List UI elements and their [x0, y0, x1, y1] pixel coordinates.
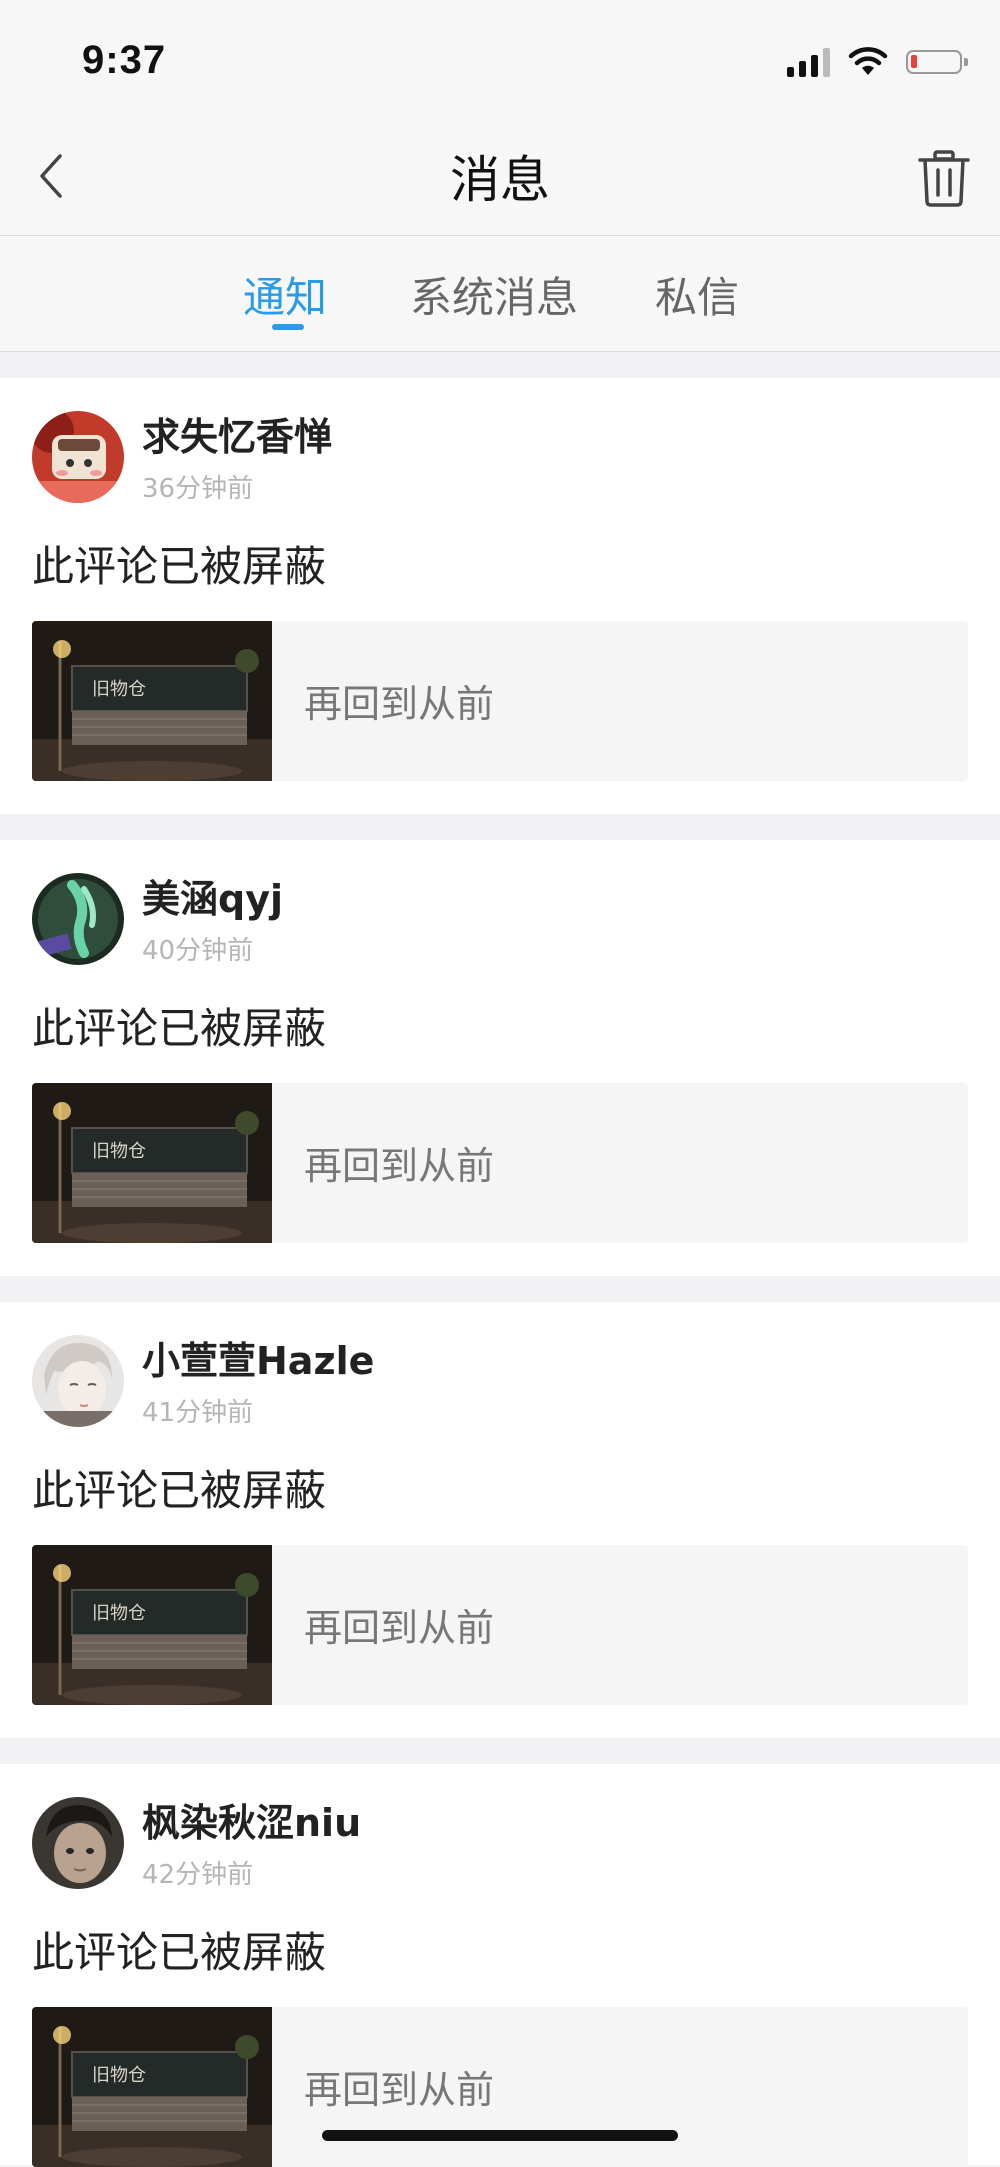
quoted-post-text: 再回到从前 [304, 1144, 495, 1188]
notification-card[interactable]: 枫染秋涩niu 42分钟前 此评论已被屏蔽 旧物仓 再回到从前 [0, 1764, 1000, 2167]
tab-system-messages[interactable]: 系统消息 [410, 264, 578, 325]
status-bar: 9:37 [0, 0, 1000, 120]
nav-bar: 消息 [0, 120, 1000, 236]
comment-text: 此评论已被屏蔽 [32, 1928, 327, 1977]
username[interactable]: 枫染秋涩niu [142, 1792, 361, 1847]
status-icons [787, 44, 968, 80]
quoted-post[interactable]: 旧物仓 再回到从前 [32, 2007, 968, 2167]
wifi-icon [848, 47, 888, 75]
home-indicator[interactable] [322, 2130, 678, 2141]
post-thumbnail: 旧物仓 [32, 1545, 272, 1705]
timestamp: 36分钟前 [142, 474, 254, 504]
username[interactable]: 小萱萱Hazle [142, 1330, 374, 1385]
avatar[interactable] [32, 1335, 124, 1427]
timestamp: 42分钟前 [142, 1860, 254, 1890]
avatar[interactable] [32, 411, 124, 503]
quoted-post[interactable]: 旧物仓 再回到从前 [32, 621, 968, 781]
username[interactable]: 求失忆香惮 [142, 406, 332, 461]
post-thumbnail: 旧物仓 [32, 1083, 272, 1243]
tab-notifications[interactable]: 通知 [243, 264, 327, 325]
svg-text:旧物仓: 旧物仓 [92, 1141, 146, 1162]
quoted-post[interactable]: 旧物仓 再回到从前 [32, 1545, 968, 1705]
svg-text:旧物仓: 旧物仓 [92, 679, 146, 700]
status-time: 9:37 [82, 38, 167, 82]
comment-text: 此评论已被屏蔽 [32, 1004, 327, 1053]
svg-text:旧物仓: 旧物仓 [92, 2065, 146, 2086]
tab-active-indicator [272, 324, 304, 330]
svg-text:旧物仓: 旧物仓 [92, 1603, 146, 1624]
battery-icon [906, 50, 968, 74]
avatar[interactable] [32, 1797, 124, 1889]
post-thumbnail: 旧物仓 [32, 621, 272, 781]
username[interactable]: 美涵qyj [142, 868, 283, 923]
comment-text: 此评论已被屏蔽 [32, 1466, 327, 1515]
timestamp: 40分钟前 [142, 936, 254, 966]
quoted-post-text: 再回到从前 [304, 2068, 495, 2112]
notification-card[interactable]: 美涵qyj 40分钟前 此评论已被屏蔽 旧物仓 再回到从前 [0, 840, 1000, 1276]
timestamp: 41分钟前 [142, 1398, 254, 1428]
notification-card[interactable]: 求失忆香惮 36分钟前 此评论已被屏蔽 旧物仓 再回到从前 [0, 378, 1000, 814]
quoted-post[interactable]: 旧物仓 再回到从前 [32, 1083, 968, 1243]
comment-text: 此评论已被屏蔽 [32, 542, 327, 591]
avatar[interactable] [32, 873, 124, 965]
post-thumbnail: 旧物仓 [32, 2007, 272, 2167]
quoted-post-text: 再回到从前 [304, 1606, 495, 1650]
page-title: 消息 [450, 151, 550, 209]
tab-private-messages[interactable]: 私信 [655, 264, 739, 325]
signal-icon [787, 47, 830, 77]
notification-card[interactable]: 小萱萱Hazle 41分钟前 此评论已被屏蔽 旧物仓 再回到从前 [0, 1302, 1000, 1738]
tab-bar: 通知 系统消息 私信 [0, 236, 1000, 352]
trash-icon[interactable] [912, 146, 976, 210]
quoted-post-text: 再回到从前 [304, 682, 495, 726]
